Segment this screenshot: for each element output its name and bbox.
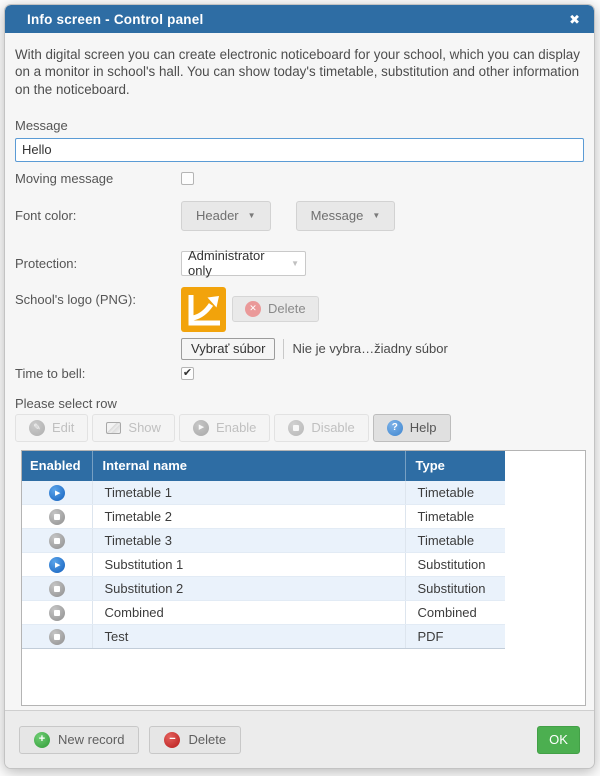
cell-internal-name: Timetable 3	[92, 529, 405, 553]
new-record-label: New record	[58, 732, 124, 747]
show-label: Show	[128, 420, 161, 435]
choose-file-button[interactable]: Vybrať súbor	[181, 338, 275, 360]
cell-internal-name: Test	[92, 625, 405, 649]
disabled-stop-icon[interactable]	[49, 581, 65, 597]
chevron-down-icon: ▼	[248, 211, 256, 220]
delete-record-label: Delete	[188, 732, 226, 747]
enabled-play-icon[interactable]: ▶	[49, 557, 65, 573]
enable-label: Enable	[216, 420, 256, 435]
row-actions-toolbar: ✎ Edit Show ▶ Enable Disable ? Help	[15, 414, 584, 442]
help-label: Help	[410, 420, 437, 435]
chevron-down-icon: ▼	[372, 211, 380, 220]
cell-type: Substitution	[405, 553, 505, 577]
dialog-body: With digital screen you can create elect…	[5, 33, 594, 710]
cell-type: Substitution	[405, 577, 505, 601]
info-screen-dialog: Info screen - Control panel ✖ With digit…	[4, 4, 595, 769]
help-question-icon: ?	[387, 420, 403, 436]
disabled-stop-icon[interactable]	[49, 509, 65, 525]
enable-button[interactable]: ▶ Enable	[179, 414, 270, 442]
protection-selected-value: Administrator only	[188, 248, 291, 278]
table-header-row: Enabled Internal name Type	[22, 451, 505, 481]
cell-type: Timetable	[405, 481, 505, 505]
table-row[interactable]: Timetable 3Timetable	[22, 529, 505, 553]
delete-x-icon: ✕	[245, 301, 261, 317]
edit-pencil-icon: ✎	[29, 420, 45, 436]
disable-label: Disable	[311, 420, 354, 435]
new-record-button[interactable]: + New record	[19, 726, 139, 754]
table-row[interactable]: Substitution 2Substitution	[22, 577, 505, 601]
enabled-play-icon[interactable]: ▶	[49, 485, 65, 501]
cell-type: Timetable	[405, 505, 505, 529]
ok-button[interactable]: OK	[537, 726, 580, 754]
table-row[interactable]: ▶ Timetable 1Timetable	[22, 481, 505, 505]
moving-message-label: Moving message	[15, 171, 181, 186]
protection-label: Protection:	[15, 256, 181, 271]
disabled-stop-icon[interactable]	[49, 533, 65, 549]
header-button-label: Header	[196, 208, 239, 223]
stop-icon	[288, 420, 304, 436]
table-row[interactable]: ▶ Substitution 1Substitution	[22, 553, 505, 577]
show-screen-icon	[106, 422, 121, 434]
edit-label: Edit	[52, 420, 74, 435]
font-color-message-button[interactable]: Message ▼	[296, 201, 396, 231]
screens-table: Enabled Internal name Type ▶Timetable 1T…	[22, 451, 505, 650]
page-background: Info screen - Control panel ✖ With digit…	[0, 0, 600, 776]
disabled-stop-icon[interactable]	[49, 629, 65, 645]
screens-table-container: Enabled Internal name Type ▶Timetable 1T…	[21, 450, 586, 706]
play-icon: ▶	[193, 420, 209, 436]
protection-select[interactable]: Administrator only ▼	[181, 251, 306, 276]
table-row[interactable]: CombinedCombined	[22, 601, 505, 625]
cell-internal-name: Combined	[92, 601, 405, 625]
cell-internal-name: Substitution 2	[92, 577, 405, 601]
message-label: Message	[15, 118, 584, 133]
dialog-title: Info screen - Control panel	[27, 12, 569, 27]
font-color-header-button[interactable]: Header ▼	[181, 201, 271, 231]
table-row[interactable]: Timetable 2Timetable	[22, 505, 505, 529]
help-button[interactable]: ? Help	[373, 414, 451, 442]
column-header-internal-name[interactable]: Internal name	[92, 451, 405, 481]
disable-button[interactable]: Disable	[274, 414, 368, 442]
cell-internal-name: Substitution 1	[92, 553, 405, 577]
logo-delete-label: Delete	[268, 301, 306, 316]
message-input[interactable]	[15, 138, 584, 162]
trend-chart-icon	[181, 287, 226, 332]
time-to-bell-label: Time to bell:	[15, 366, 181, 381]
font-color-label: Font color:	[15, 208, 181, 223]
logo-delete-button[interactable]: ✕ Delete	[232, 296, 319, 322]
minus-icon: −	[164, 732, 180, 748]
cell-type: Timetable	[405, 529, 505, 553]
file-status-text: Nie je vybra…žiadny súbor	[283, 339, 447, 359]
cell-type: Combined	[405, 601, 505, 625]
delete-record-button[interactable]: − Delete	[149, 726, 241, 754]
chevron-down-icon: ▼	[291, 259, 299, 268]
dialog-footer: + New record − Delete OK	[5, 710, 594, 768]
school-logo-image	[181, 287, 226, 332]
screens-table-body: ▶ Timetable 1TimetableTimetable 2Timetabl…	[22, 481, 505, 649]
select-row-hint: Please select row	[15, 396, 584, 411]
plus-icon: +	[34, 732, 50, 748]
disabled-stop-icon[interactable]	[49, 605, 65, 621]
moving-message-checkbox[interactable]	[181, 172, 194, 185]
table-row[interactable]: TestPDF	[22, 625, 505, 649]
edit-button[interactable]: ✎ Edit	[15, 414, 88, 442]
close-icon[interactable]: ✖	[569, 13, 580, 26]
description-text: With digital screen you can create elect…	[15, 46, 584, 98]
dialog-titlebar: Info screen - Control panel ✖	[5, 5, 594, 33]
time-to-bell-checkbox[interactable]: ✔	[181, 367, 194, 380]
message-button-label: Message	[311, 208, 364, 223]
cell-internal-name: Timetable 1	[92, 481, 405, 505]
column-header-enabled[interactable]: Enabled	[22, 451, 92, 481]
show-button[interactable]: Show	[92, 414, 175, 442]
column-header-type[interactable]: Type	[405, 451, 505, 481]
cell-type: PDF	[405, 625, 505, 649]
cell-internal-name: Timetable 2	[92, 505, 405, 529]
school-logo-label: School's logo (PNG):	[15, 287, 181, 307]
